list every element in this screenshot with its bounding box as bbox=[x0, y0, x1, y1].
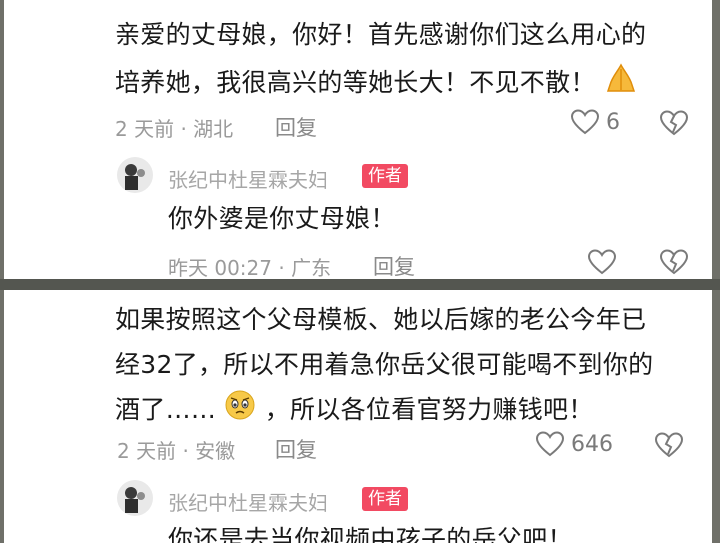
heart-icon bbox=[587, 249, 617, 275]
heart-icon bbox=[570, 109, 600, 135]
like-count: 646 bbox=[571, 431, 613, 457]
broken-heart-icon bbox=[659, 110, 689, 136]
reply-text: 你还是去当你视频中孩子的岳父吧！ bbox=[168, 525, 573, 543]
comment-text-line: 酒了…… bbox=[115, 395, 217, 424]
dislike-button[interactable] bbox=[659, 248, 689, 279]
comment-text: 亲爱的丈母娘，你好！首先感谢你们这么用心的 bbox=[115, 20, 647, 49]
dislike-button[interactable] bbox=[654, 431, 684, 463]
author-badge: 作者 bbox=[362, 487, 408, 511]
reply-author[interactable]: 张纪中杜星霖夫妇 bbox=[168, 487, 328, 516]
pray-emoji-icon bbox=[604, 61, 638, 107]
avatar[interactable] bbox=[117, 157, 153, 193]
comment-card: 如果按照这个父母模板、她以后嫁的老公今年已 经32了，所以不用着急你岳父很可能喝… bbox=[4, 290, 712, 543]
reply-meta: 昨天 00:27 · 广东 bbox=[168, 256, 332, 279]
comment-text: 酒了…… ，所以各位看官努力赚钱吧！ bbox=[115, 389, 594, 433]
dislike-button[interactable] bbox=[659, 109, 689, 141]
comment-text-line: 培养她，我很高兴的等她长大！不见不散！ bbox=[115, 68, 596, 97]
comment-text: 经32了，所以不用着急你岳父很可能喝不到你的 bbox=[115, 350, 654, 379]
avatar[interactable] bbox=[117, 480, 153, 516]
worried-face-emoji-icon bbox=[224, 389, 256, 433]
background-video-strip bbox=[0, 279, 720, 290]
comment-card: 亲爱的丈母娘，你好！首先感谢你们这么用心的 培养她，我很高兴的等她长大！不见不散… bbox=[4, 0, 712, 279]
comment-meta: 2 天前 · 安徽 bbox=[117, 439, 236, 463]
heart-icon bbox=[535, 431, 565, 457]
broken-heart-icon bbox=[654, 432, 684, 458]
like-button[interactable] bbox=[587, 248, 617, 279]
reply-button[interactable]: 回复 bbox=[373, 251, 415, 279]
broken-heart-icon bbox=[659, 249, 689, 275]
comment-meta: 2 天前 · 湖北 bbox=[115, 117, 234, 141]
like-count: 6 bbox=[606, 109, 620, 135]
comment-text: 如果按照这个父母模板、她以后嫁的老公今年已 bbox=[115, 305, 647, 334]
reply-button[interactable]: 回复 bbox=[275, 434, 317, 464]
reply-button[interactable]: 回复 bbox=[275, 112, 317, 142]
like-button[interactable]: 646 bbox=[535, 430, 613, 458]
author-badge: 作者 bbox=[362, 164, 408, 188]
reply-author[interactable]: 张纪中杜星霖夫妇 bbox=[168, 164, 328, 193]
comment-text-line: ，所以各位看官努力赚钱吧！ bbox=[264, 395, 594, 424]
like-button[interactable]: 6 bbox=[570, 108, 620, 136]
reply-text: 你外婆是你丈母娘！ bbox=[168, 204, 396, 233]
comment-text: 培养她，我很高兴的等她长大！不见不散！ bbox=[115, 61, 638, 107]
